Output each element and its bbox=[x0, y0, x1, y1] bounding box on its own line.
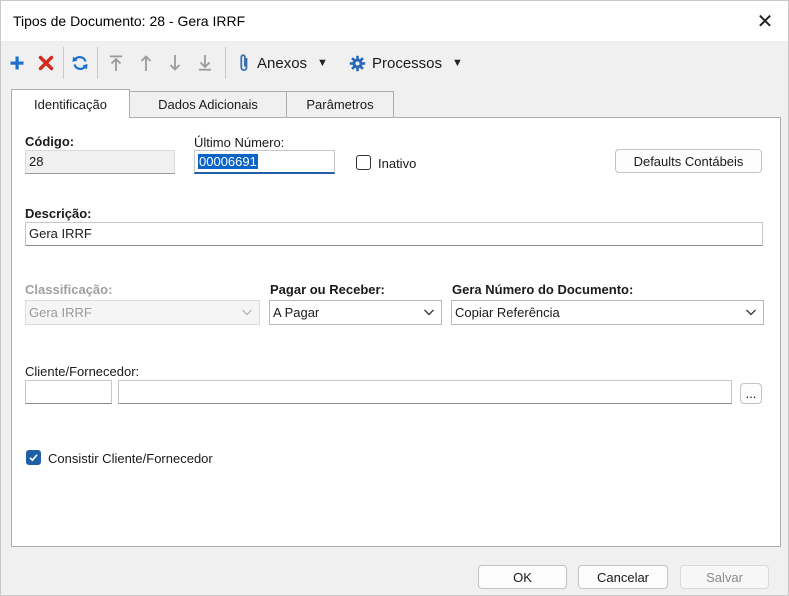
processos-menu-button[interactable]: Processos ▼ bbox=[349, 51, 463, 75]
checkmark-icon bbox=[29, 454, 38, 462]
cliente-fornecedor-label: Cliente/Fornecedor: bbox=[25, 364, 140, 379]
classificacao-label: Classificação: bbox=[25, 282, 113, 297]
move-bottom-icon bbox=[199, 55, 211, 71]
inativo-label: Inativo bbox=[378, 156, 417, 171]
chevron-down-icon: ▼ bbox=[317, 57, 328, 69]
anexos-label: Anexos bbox=[257, 54, 308, 72]
chevron-down-icon: ▼ bbox=[452, 57, 463, 69]
refresh-button[interactable] bbox=[69, 51, 91, 75]
cliente-fornecedor-name-field[interactable] bbox=[118, 380, 732, 404]
pagar-receber-label: Pagar ou Receber: bbox=[270, 282, 385, 297]
descricao-label: Descrição: bbox=[25, 206, 92, 221]
pagar-receber-value: A Pagar bbox=[273, 305, 320, 320]
tab-label: Dados Adicionais bbox=[158, 97, 258, 112]
pagar-receber-select[interactable]: A Pagar bbox=[269, 300, 442, 325]
close-button[interactable]: ✕ bbox=[742, 1, 788, 41]
move-up-icon bbox=[140, 55, 152, 71]
delete-button[interactable] bbox=[36, 51, 56, 75]
gera-numero-label: Gera Número do Documento: bbox=[452, 282, 634, 297]
delete-x-icon bbox=[38, 55, 54, 71]
classificacao-select[interactable]: Gera IRRF bbox=[25, 300, 260, 325]
move-top-icon bbox=[110, 55, 122, 71]
close-icon: ✕ bbox=[756, 10, 774, 33]
codigo-field[interactable]: 28 bbox=[25, 150, 175, 174]
refresh-icon bbox=[72, 56, 88, 70]
move-bottom-button[interactable] bbox=[195, 51, 215, 75]
anexos-menu-button[interactable]: Anexos ▼ bbox=[237, 51, 328, 75]
cancelar-label: Cancelar bbox=[596, 569, 650, 585]
codigo-label: Código: bbox=[25, 134, 75, 149]
processos-label: Processos bbox=[372, 54, 443, 72]
toolbar: Anexos ▼ Processos ▼ bbox=[1, 41, 788, 85]
identificacao-panel: Código: 28 Último Número: 00006691 Inati… bbox=[11, 117, 781, 547]
dialog-window: Tipos de Documento: 28 - Gera IRRF ✕ Ane… bbox=[0, 0, 789, 596]
tab-label: Parâmetros bbox=[306, 97, 374, 112]
codigo-value: 28 bbox=[29, 154, 44, 169]
move-down-button[interactable] bbox=[165, 51, 185, 75]
gear-icon bbox=[349, 55, 366, 71]
descricao-field[interactable]: Gera IRRF bbox=[25, 222, 763, 246]
paperclip-icon bbox=[240, 54, 248, 71]
move-up-button[interactable] bbox=[136, 51, 156, 75]
cancelar-button[interactable]: Cancelar bbox=[578, 565, 668, 589]
descricao-value: Gera IRRF bbox=[29, 226, 92, 241]
toolbar-separator bbox=[97, 47, 98, 79]
consistir-label: Consistir Cliente/Fornecedor bbox=[48, 451, 213, 466]
toolbar-separator bbox=[225, 47, 226, 79]
classificacao-value: Gera IRRF bbox=[29, 305, 92, 320]
chevron-down-icon bbox=[242, 309, 252, 316]
inativo-checkbox[interactable] bbox=[356, 155, 371, 170]
gera-numero-value: Copiar Referência bbox=[455, 305, 560, 320]
ultimo-numero-field[interactable]: 00006691 bbox=[194, 150, 335, 174]
ok-label: OK bbox=[513, 569, 532, 585]
ultimo-numero-value: 00006691 bbox=[198, 154, 258, 169]
gera-numero-select[interactable]: Copiar Referência bbox=[451, 300, 764, 325]
window-title: Tipos de Documento: 28 - Gera IRRF bbox=[13, 13, 246, 29]
salvar-label: Salvar bbox=[706, 569, 743, 585]
ellipsis-icon: ... bbox=[745, 386, 757, 401]
move-down-icon bbox=[169, 55, 181, 71]
ultimo-numero-label: Último Número: bbox=[194, 135, 285, 150]
move-top-button[interactable] bbox=[106, 51, 126, 75]
tab-identificacao[interactable]: Identificação bbox=[11, 89, 130, 118]
add-button[interactable] bbox=[7, 51, 27, 75]
plus-icon bbox=[10, 56, 24, 70]
chevron-down-icon bbox=[424, 309, 434, 316]
ok-button[interactable]: OK bbox=[478, 565, 567, 589]
tab-dados-adicionais[interactable]: Dados Adicionais bbox=[129, 91, 287, 117]
cliente-fornecedor-code-field[interactable] bbox=[25, 380, 112, 404]
toolbar-separator bbox=[63, 47, 64, 79]
tab-label: Identificação bbox=[34, 96, 107, 112]
chevron-down-icon bbox=[746, 309, 756, 316]
consistir-checkbox[interactable] bbox=[26, 450, 41, 465]
defaults-contabeis-label: Defaults Contábeis bbox=[633, 153, 744, 169]
cliente-fornecedor-lookup-button[interactable]: ... bbox=[740, 383, 762, 404]
defaults-contabeis-button[interactable]: Defaults Contábeis bbox=[615, 149, 762, 173]
title-bar: Tipos de Documento: 28 - Gera IRRF ✕ bbox=[1, 1, 788, 41]
tab-parametros[interactable]: Parâmetros bbox=[286, 91, 394, 117]
salvar-button[interactable]: Salvar bbox=[680, 565, 769, 589]
